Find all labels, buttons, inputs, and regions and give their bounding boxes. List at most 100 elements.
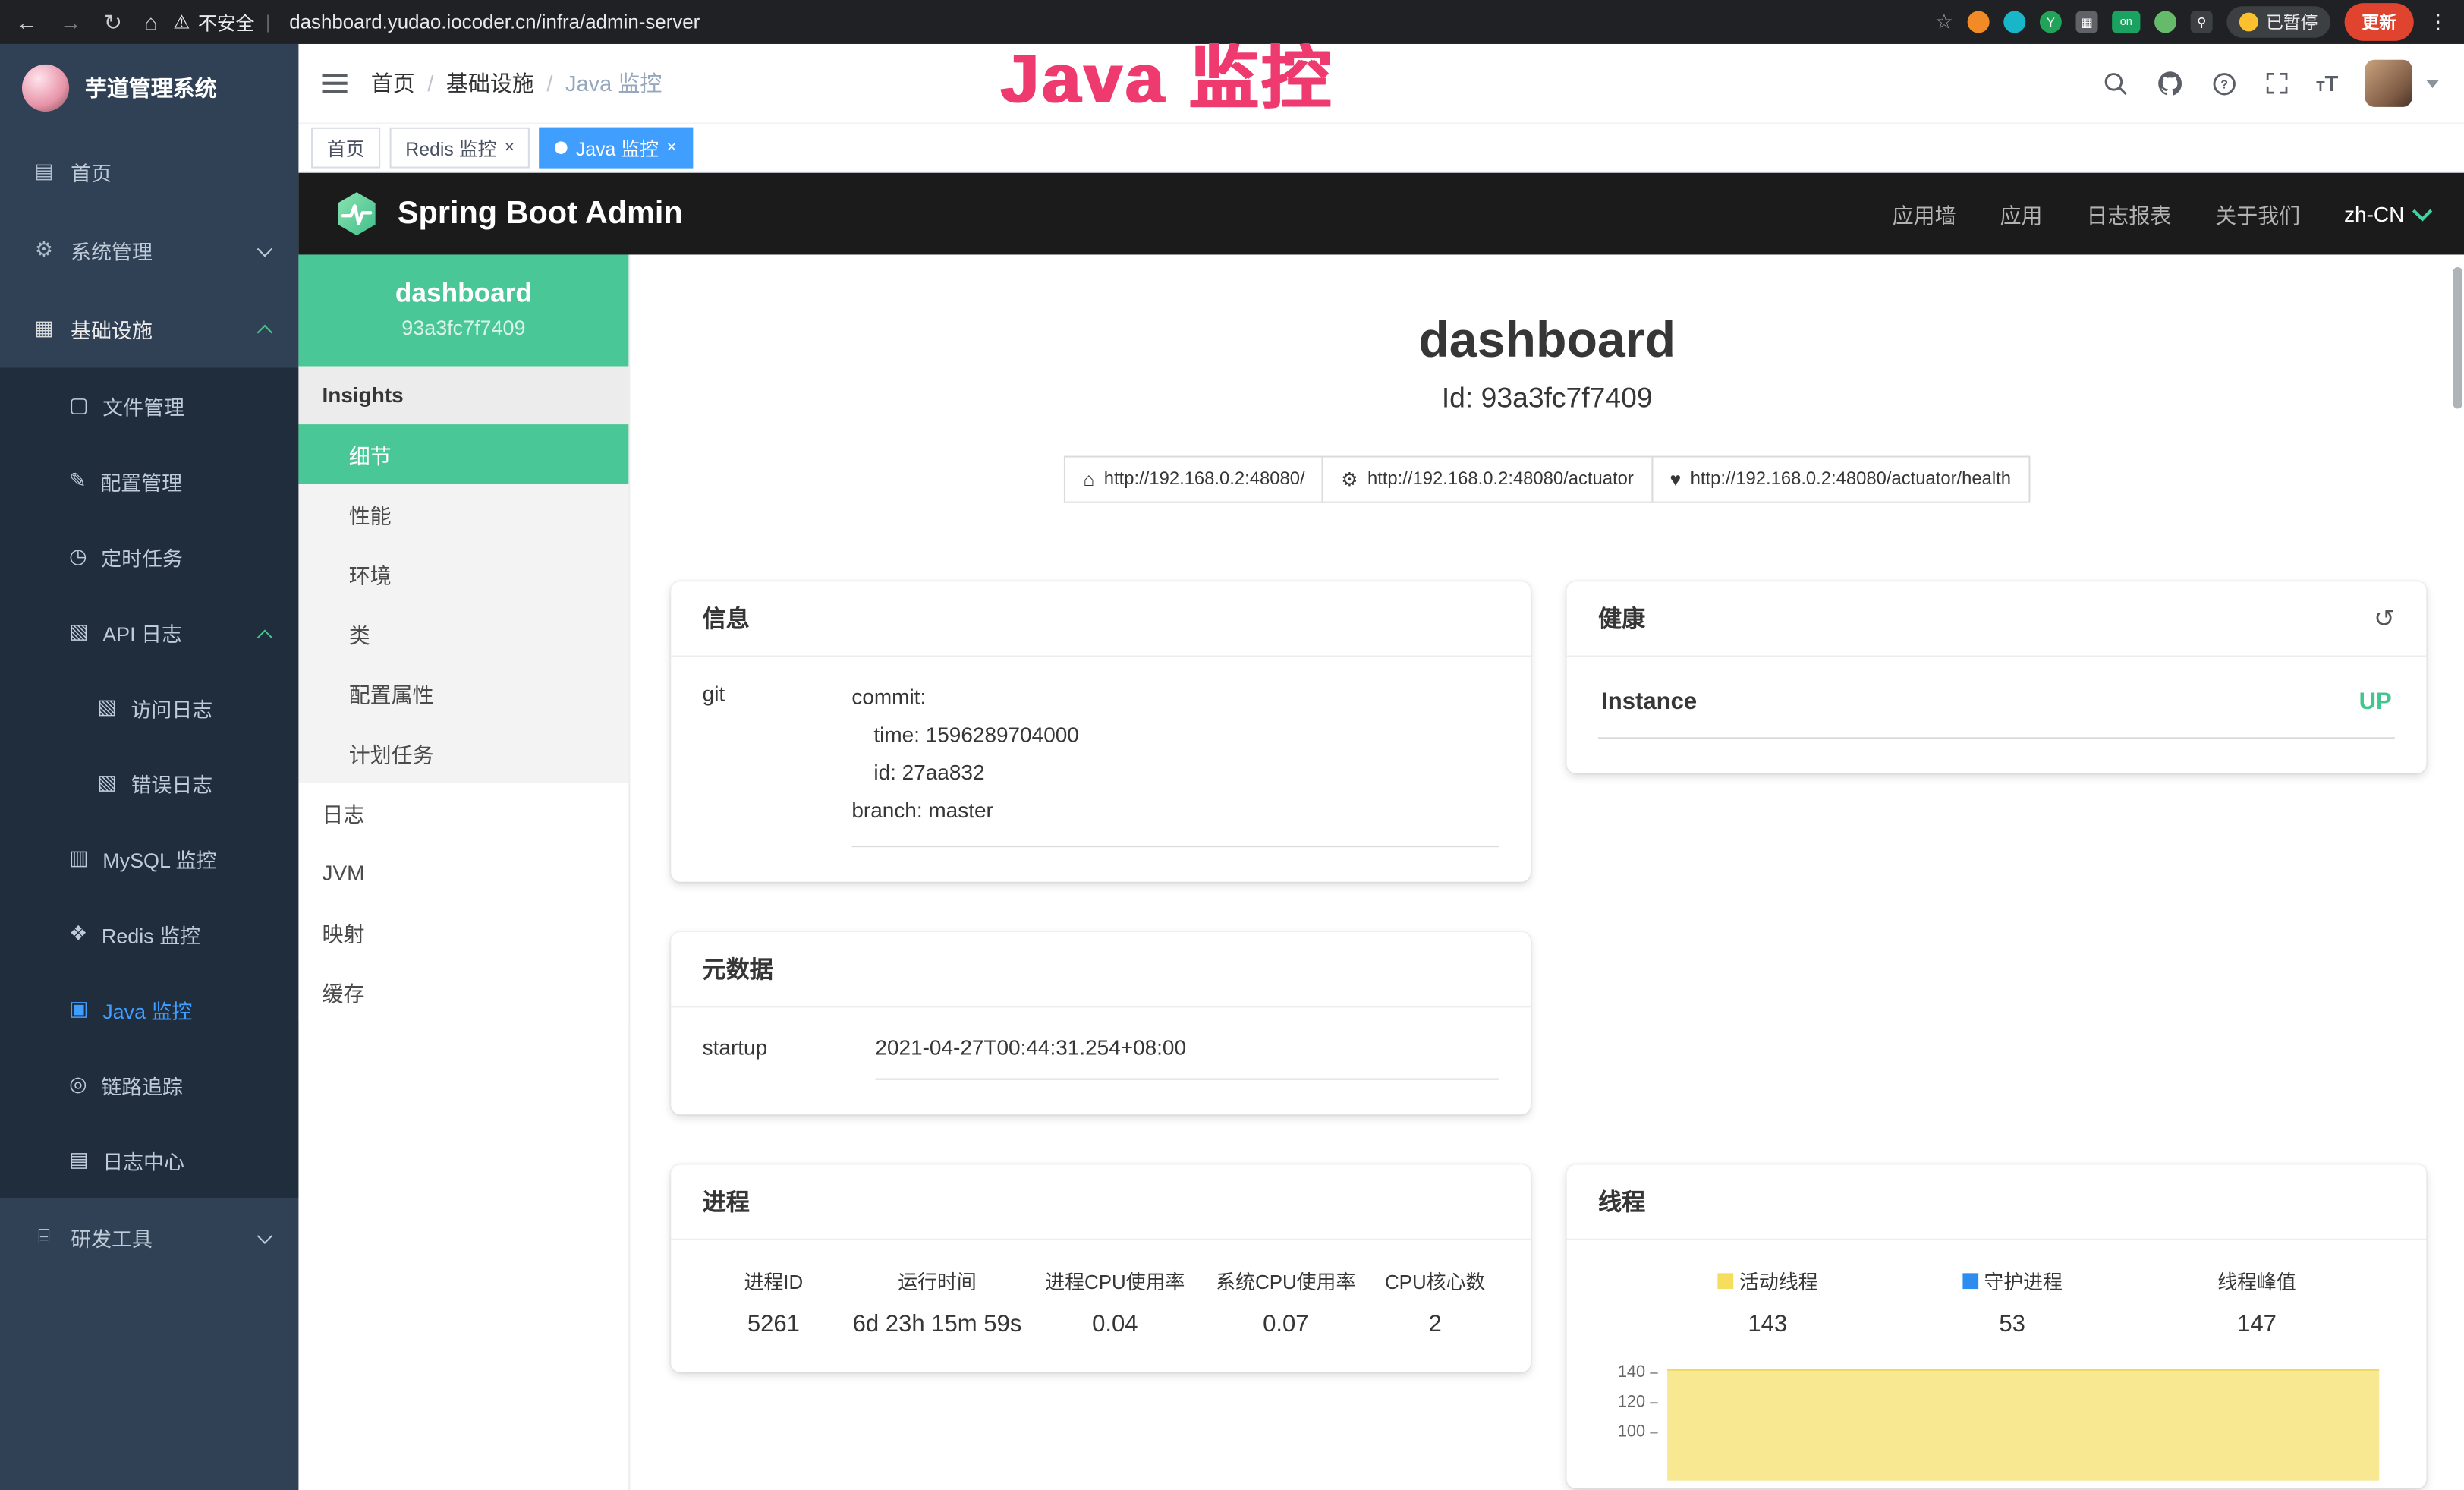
threads-legend: 活动线程 143 守护进程 53	[1598, 1262, 2395, 1337]
sba-language-select[interactable]: zh-CN	[2344, 202, 2429, 225]
legend-swatch-daemon	[1962, 1272, 1978, 1288]
breadcrumb-section[interactable]: 基础设施	[446, 68, 534, 99]
sidebar-item-infrastructure[interactable]: ▦ 基础设施	[0, 289, 298, 368]
error-log-icon: ▧	[97, 770, 116, 795]
sba-brand[interactable]: Spring Boot Admin	[333, 191, 683, 238]
search-icon[interactable]	[2103, 70, 2129, 96]
breadcrumb-home[interactable]: 首页	[371, 68, 415, 99]
update-button[interactable]: 更新	[2345, 3, 2414, 41]
sidebar-item-access-log[interactable]: ▧ 访问日志	[0, 669, 298, 745]
dev-tools-icon: ⌸	[31, 1224, 56, 1249]
reload-icon[interactable]: ↻	[104, 8, 122, 35]
browser-menu-icon[interactable]: ⋮	[2428, 9, 2448, 34]
fullscreen-icon[interactable]	[2264, 71, 2289, 96]
sidebar-item-trace[interactable]: ◎ 链路追踪	[0, 1047, 298, 1122]
sba-item-details[interactable]: 细节	[298, 424, 628, 484]
close-icon[interactable]: ×	[505, 139, 515, 156]
access-log-icon: ▧	[97, 695, 116, 720]
process-card: 进程 进程ID5261 运行时间6d 23h 15m 59s 进程CPU使用率0…	[671, 1164, 1531, 1372]
actuator-url-link[interactable]: ⚙ http://192.168.0.2:48080/actuator	[1322, 456, 1652, 503]
sidebar-item-file-manage[interactable]: ▢ 文件管理	[0, 368, 298, 443]
bookmark-star-icon[interactable]: ☆	[1935, 9, 1953, 34]
extension-icon-on-badge[interactable]: on	[2112, 11, 2140, 33]
sba-item-jvm[interactable]: JVM	[298, 843, 628, 903]
sba-content: dashboard Id: 93a3fc7f7409 ⌂ http://192.…	[630, 254, 2464, 1490]
sidebar-item-system[interactable]: ⚙ 系统管理	[0, 210, 298, 289]
app-logo[interactable]: 芋道管理系统	[0, 44, 298, 132]
threads-chart: 140 120 100	[1598, 1362, 2395, 1488]
sidebar-item-mysql-monitor[interactable]: ▥ MySQL 监控	[0, 821, 298, 896]
sba-item-caches[interactable]: 缓存	[298, 962, 628, 1022]
caret-down-icon[interactable]	[2426, 80, 2439, 87]
sba-nav-applications[interactable]: 应用	[2000, 198, 2043, 229]
forward-icon[interactable]: →	[60, 9, 82, 34]
sba-instance-header[interactable]: dashboard 93a3fc7f7409	[298, 254, 628, 366]
wrench-icon: ⚙	[1341, 468, 1358, 490]
java-monitor-icon: ▣	[69, 997, 88, 1022]
sidebar-item-home[interactable]: ▤ 首页	[0, 132, 298, 211]
sba-nav-about[interactable]: 关于我们	[2215, 198, 2300, 229]
legend-swatch-live	[1717, 1272, 1733, 1288]
health-url-link[interactable]: ♥ http://192.168.0.2:48080/actuator/heal…	[1651, 456, 2030, 503]
user-avatar[interactable]	[2365, 60, 2412, 107]
extension-icon-drop[interactable]	[2003, 11, 2025, 33]
extension-icon-puzzle[interactable]: ⚲	[2191, 11, 2213, 33]
infrastructure-icon: ▦	[31, 316, 56, 341]
process-table: 进程ID5261 运行时间6d 23h 15m 59s 进程CPU使用率0.04…	[703, 1262, 1499, 1337]
sba-item-logfile[interactable]: 日志	[298, 783, 628, 843]
back-icon[interactable]: ←	[16, 9, 38, 34]
sba-item-configprops[interactable]: 配置属性	[298, 663, 628, 723]
extension-icon-green[interactable]: Y	[2040, 11, 2062, 33]
extension-icon-grid[interactable]: ▦	[2076, 11, 2098, 33]
instance-title: dashboard	[671, 311, 2423, 370]
site-security[interactable]: ⚠ 不安全 |	[173, 8, 273, 35]
paused-badge[interactable]: 已暂停	[2226, 6, 2330, 37]
github-icon[interactable]	[2156, 69, 2184, 97]
close-icon[interactable]: ×	[666, 139, 676, 156]
logo-avatar	[22, 65, 69, 112]
sba-nav-wallboard[interactable]: 应用墙	[1893, 198, 1956, 229]
sba-logo-icon	[333, 191, 380, 238]
api-log-icon: ▧	[69, 619, 88, 644]
address-bar[interactable]: dashboard.yudao.iocoder.cn/infra/admin-s…	[289, 11, 1919, 33]
extension-icon-fox[interactable]	[1968, 11, 1990, 33]
sidebar-item-redis-monitor[interactable]: ❖ Redis 监控	[0, 896, 298, 971]
sidebar-item-java-monitor[interactable]: ▣ Java 监控	[0, 972, 298, 1047]
help-icon[interactable]: ?	[2211, 70, 2237, 96]
sidebar-item-log-center[interactable]: ▤ 日志中心	[0, 1123, 298, 1198]
tab-java-monitor[interactable]: Java 监控 ×	[540, 128, 692, 169]
chevron-down-icon	[2412, 200, 2432, 220]
app-header: 首页 / 基础设施 / Java 监控 Java 监控 ?	[298, 44, 2464, 124]
annotation-overlay: Java 监控	[999, 38, 1333, 123]
breadcrumb: 首页 / 基础设施 / Java 监控	[371, 68, 662, 99]
font-size-icon[interactable]: TT	[2316, 71, 2338, 96]
hamburger-icon[interactable]	[298, 74, 370, 93]
app-title: 芋道管理系统	[85, 72, 217, 103]
sba-nav-journal[interactable]: 日志报表	[2086, 198, 2171, 229]
heartbeat-icon: ♥	[1669, 468, 1681, 490]
home-icon[interactable]: ⌂	[144, 9, 158, 34]
screen: ← → ↻ ⌂ ⚠ 不安全 | dashboard.yudao.iocoder.…	[0, 0, 2464, 1490]
sba-item-env[interactable]: 环境	[298, 543, 628, 603]
sba-sidebar: dashboard 93a3fc7f7409 Insights 细节 性能 环境…	[298, 254, 630, 1490]
health-instance-row[interactable]: Instance UP	[1598, 679, 2395, 739]
sba-item-mappings[interactable]: 映射	[298, 903, 628, 962]
sba-item-classes[interactable]: 类	[298, 603, 628, 663]
home-icon: ⌂	[1083, 468, 1094, 490]
history-icon[interactable]: ↺	[2374, 603, 2395, 634]
instance-links: ⌂ http://192.168.0.2:48080/ ⚙ http://192…	[671, 456, 2423, 503]
sba-item-scheduled[interactable]: 计划任务	[298, 723, 628, 783]
sidebar-item-api-log[interactable]: ▧ API 日志	[0, 594, 298, 669]
sidebar-item-scheduled-jobs[interactable]: ◷ 定时任务	[0, 518, 298, 594]
tab-home[interactable]: 首页	[311, 128, 380, 169]
sidebar-item-dev-tools[interactable]: ⌸ 研发工具	[0, 1198, 298, 1277]
extension-icon-leaf[interactable]	[2154, 11, 2176, 33]
sba-item-metrics[interactable]: 性能	[298, 484, 628, 544]
scrollbar-thumb[interactable]	[2453, 267, 2462, 408]
service-url-link[interactable]: ⌂ http://192.168.0.2:48080/	[1064, 456, 1323, 503]
threads-chart-area	[1667, 1369, 2379, 1481]
sidebar-item-config-manage[interactable]: ✎ 配置管理	[0, 443, 298, 518]
tab-redis-monitor[interactable]: Redis 监控 ×	[390, 128, 530, 169]
info-value: commit: time: 1596289704000 id: 27aa832 …	[851, 679, 1499, 848]
sidebar-item-error-log[interactable]: ▧ 错误日志	[0, 745, 298, 821]
